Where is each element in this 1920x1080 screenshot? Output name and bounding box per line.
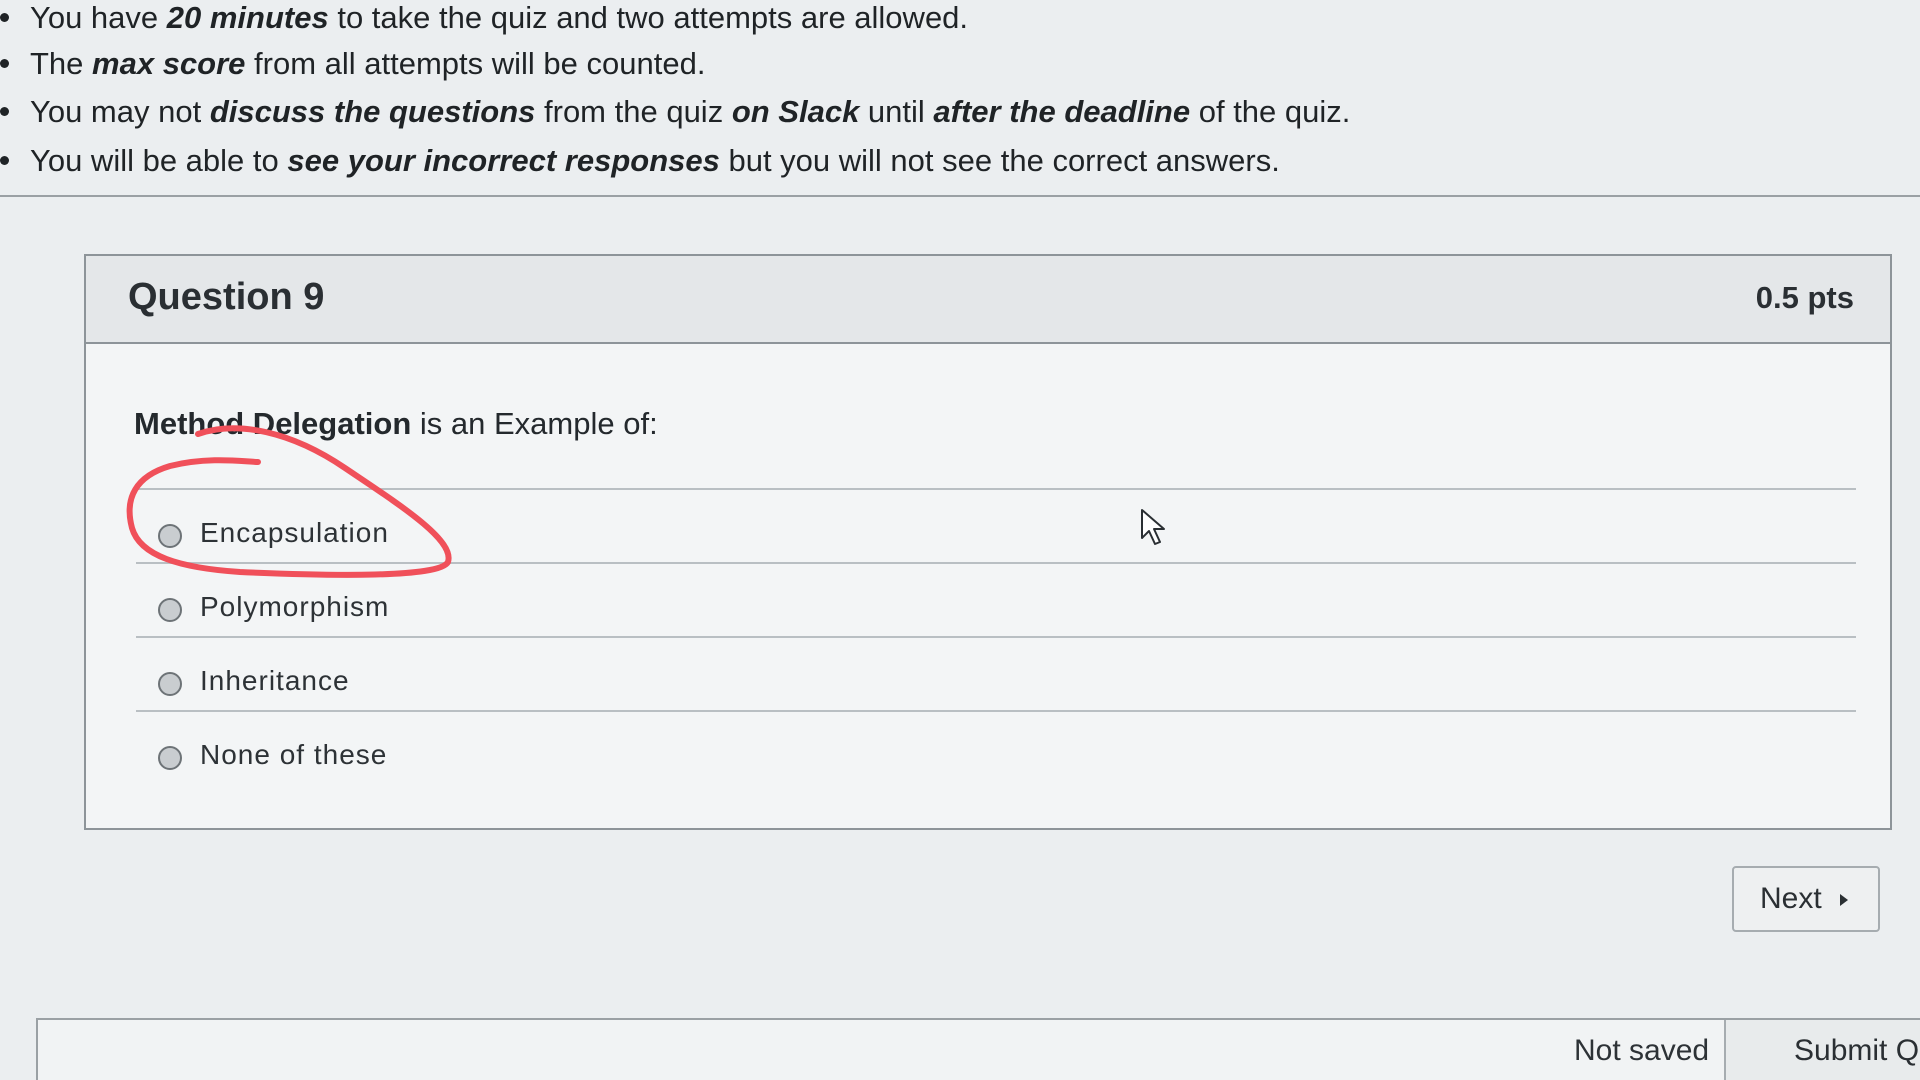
submit-quiz-label: Submit Quiz [1794,1034,1920,1067]
answer-divider [136,562,1856,564]
quiz-footer: Not saved Submit Quiz [36,1018,1920,1080]
question-title: Question 9 [128,276,325,318]
answer-label: Encapsulation [200,517,389,548]
question-card: Question 9 0.5 pts Method Delegation is … [84,254,1892,830]
question-text: Method Delegation is an Example of: [134,406,658,441]
radio-button[interactable] [158,598,182,622]
radio-button[interactable] [158,746,182,770]
question-header: Question 9 0.5 pts [86,256,1890,344]
answer-label: None of these [200,739,388,770]
bullet-icon [0,107,9,116]
bullet-icon [0,59,9,68]
answer-divider [136,488,1856,490]
bullet-icon [0,13,9,22]
answer-label: Polymorphism [200,591,390,622]
answer-option-encapsulation[interactable]: Encapsulation [136,500,1856,570]
question-points: 0.5 pts [1755,280,1854,315]
quiz-page: You have 20 minutes to take the quiz and… [0,0,1920,1080]
answer-option-inheritance[interactable]: Inheritance [136,648,1856,718]
next-button-label: Next [1760,882,1822,915]
mouse-cursor-icon [1141,509,1165,545]
radio-button[interactable] [158,524,182,548]
answer-option-none-of-these[interactable]: None of these [136,722,1856,792]
save-status: Not saved [1574,1034,1710,1067]
radio-button[interactable] [158,672,182,696]
next-button[interactable]: Next [1732,866,1880,932]
answer-label: Inheritance [200,665,350,696]
quiz-instructions: You have 20 minutes to take the quiz and… [0,0,1920,197]
answer-divider [136,636,1856,638]
answer-divider [136,710,1856,712]
submit-quiz-button[interactable]: Submit Quiz [1724,1020,1920,1080]
caret-right-icon [1840,894,1848,906]
answer-option-polymorphism[interactable]: Polymorphism [136,574,1856,644]
bullet-icon [0,156,9,165]
